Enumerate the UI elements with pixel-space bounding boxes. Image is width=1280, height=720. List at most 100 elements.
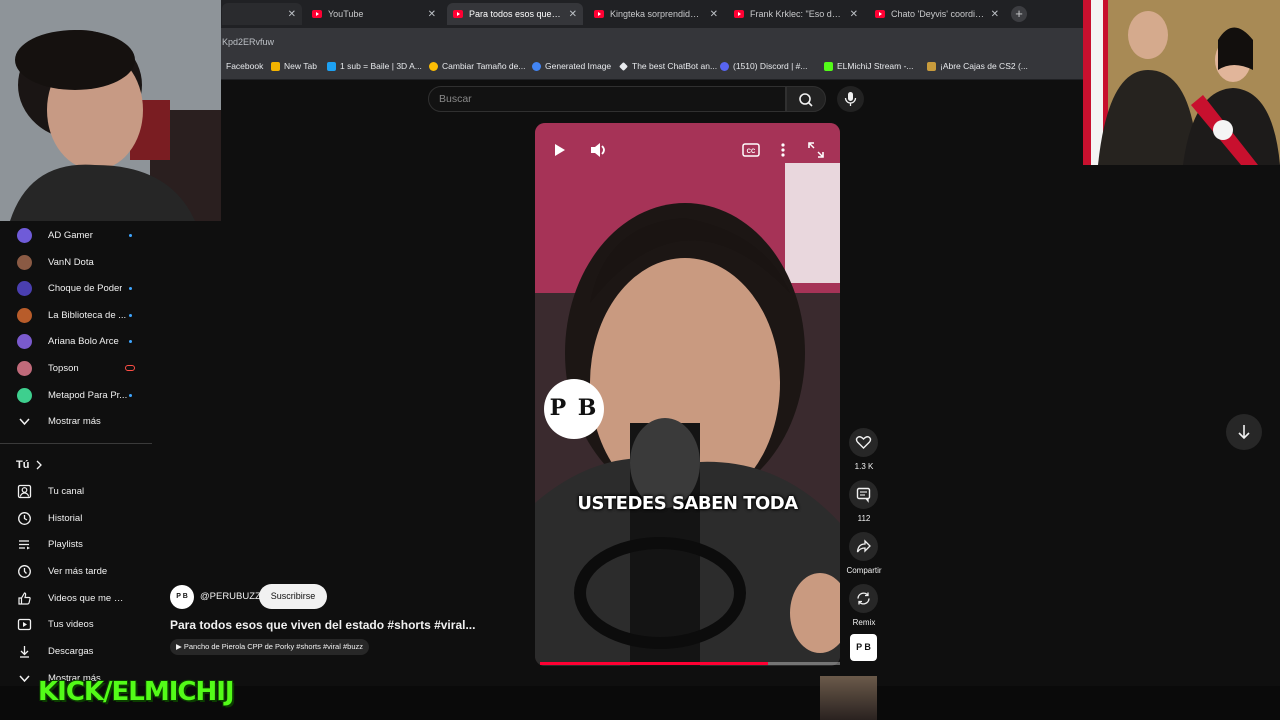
sidebar-item-subscription[interactable]: La Biblioteca de ... bbox=[0, 302, 152, 328]
sidebar-item-playlists[interactable]: Playlists bbox=[0, 531, 152, 557]
tab-youtube[interactable]: YouTube ✕ bbox=[306, 3, 442, 25]
sidebar-you-header[interactable]: Tú bbox=[0, 452, 152, 478]
new-content-dot bbox=[129, 393, 132, 397]
remix-button[interactable] bbox=[849, 584, 878, 613]
url-text[interactable]: Kpd2ERvfuw bbox=[222, 37, 274, 47]
bookmark-discord[interactable]: (1510) Discord | #... bbox=[720, 61, 808, 71]
playlist-icon bbox=[19, 539, 30, 549]
sidebar-item-label: Ariana Bolo Arce bbox=[48, 335, 119, 347]
bookmark-label: The best ChatBot an... bbox=[632, 61, 718, 71]
bookmark-baile[interactable]: 1 sub = Baile | 3D A... bbox=[327, 61, 422, 71]
sidebar-item-label: Videos que me gus... bbox=[48, 592, 128, 604]
avatar bbox=[17, 280, 32, 296]
avatar bbox=[17, 360, 32, 376]
channel-handle[interactable]: @PERUBUZZ bbox=[200, 591, 261, 602]
close-icon[interactable]: ✕ bbox=[569, 9, 577, 20]
inset-photo-overlay bbox=[1083, 0, 1280, 165]
thumb-up-icon bbox=[18, 591, 31, 605]
bookmark-cambiar[interactable]: Cambiar Tamaño de... bbox=[429, 61, 525, 71]
bookmark-generated-image[interactable]: Generated Image bbox=[532, 61, 611, 71]
bookmark-stream[interactable]: ELMichiJ Stream -... bbox=[824, 61, 914, 71]
avatar bbox=[17, 387, 32, 403]
more-options-icon[interactable] bbox=[778, 141, 788, 159]
search-button[interactable] bbox=[786, 86, 826, 112]
bookmark-icon bbox=[720, 61, 729, 71]
sidebar-item-subscription[interactable]: Metapod Para Pr... bbox=[0, 382, 152, 408]
bookmark-chatbot[interactable]: The best ChatBot an... bbox=[619, 61, 717, 71]
sidebar-item-label: Tu canal bbox=[48, 485, 85, 497]
sound-thumbnail[interactable]: P B bbox=[850, 634, 877, 661]
clock-icon bbox=[18, 564, 31, 578]
bookmark-facebook[interactable]: Facebook bbox=[226, 61, 263, 71]
sidebar-item-your-videos[interactable]: Tus videos bbox=[0, 611, 152, 637]
tab-active-video[interactable]: Para todos esos que viven ✕ bbox=[447, 3, 583, 25]
share-button[interactable] bbox=[849, 532, 878, 561]
new-tab-button[interactable]: + bbox=[1011, 6, 1027, 22]
share-icon bbox=[856, 539, 871, 553]
section-title: Tú bbox=[16, 459, 30, 471]
sidebar-item-watch-later[interactable]: Ver más tarde bbox=[0, 558, 152, 584]
fullscreen-icon[interactable] bbox=[807, 141, 825, 159]
tab-chato[interactable]: Chato 'Deyvis' coordinaba ✕ bbox=[869, 3, 1005, 25]
voice-search-button[interactable] bbox=[837, 86, 864, 112]
subscribe-button[interactable]: Suscribirse bbox=[259, 584, 327, 609]
comments-button[interactable] bbox=[849, 480, 878, 509]
like-button[interactable] bbox=[849, 428, 878, 457]
sidebar-item-history[interactable]: Historial bbox=[0, 505, 152, 531]
tab-kingteka[interactable]: Kingteka sorprendido: Ci ✕ bbox=[588, 3, 724, 25]
sidebar-item-label: Metapod Para Pr... bbox=[48, 389, 128, 401]
chevron-down-icon bbox=[19, 674, 30, 682]
sidebar-item-subscription[interactable]: Choque de Poder bbox=[0, 275, 152, 301]
sidebar-item-label: Historial bbox=[48, 512, 83, 524]
sidebar-item-label: Descargas bbox=[48, 645, 94, 657]
close-icon[interactable]: ✕ bbox=[428, 9, 436, 20]
sidebar-item-downloads[interactable]: Descargas bbox=[0, 638, 152, 664]
sound-link[interactable]: ▶ Pancho de Pierola CPP de Porky #shorts… bbox=[170, 639, 369, 655]
volume-icon[interactable] bbox=[588, 140, 610, 160]
sidebar-show-more[interactable]: Mostrar más bbox=[0, 408, 152, 434]
bookmark-cs2[interactable]: ¡Abre Cajas de CS2 (... bbox=[927, 61, 1028, 71]
play-icon[interactable] bbox=[549, 140, 569, 160]
bookmark-label: (1510) Discord | #... bbox=[733, 61, 808, 71]
close-icon[interactable]: ✕ bbox=[991, 9, 999, 20]
live-icon bbox=[125, 365, 135, 371]
sidebar-item-subscription[interactable]: AD Gamer bbox=[0, 222, 152, 248]
bookmark-label: ELMichiJ Stream -... bbox=[837, 61, 914, 71]
new-content-dot bbox=[129, 286, 132, 290]
avatar bbox=[17, 254, 32, 270]
sidebar-divider bbox=[0, 443, 152, 444]
youtube-icon bbox=[312, 10, 322, 18]
heart-icon bbox=[855, 436, 872, 449]
sidebar-item-label: Playlists bbox=[48, 538, 83, 550]
next-video-button[interactable] bbox=[1226, 414, 1262, 450]
channel-avatar[interactable]: P B bbox=[170, 585, 194, 609]
tab-partial[interactable]: ✕ bbox=[222, 3, 302, 25]
avatar bbox=[17, 307, 32, 323]
like-count: 1.3 K bbox=[854, 462, 874, 471]
captions-icon[interactable]: CC bbox=[742, 142, 762, 158]
sidebar-item-subscription[interactable]: Ariana Bolo Arce bbox=[0, 328, 152, 354]
bookmark-new-tab[interactable]: New Tab bbox=[271, 61, 317, 71]
close-icon[interactable]: ✕ bbox=[288, 9, 296, 20]
close-icon[interactable]: ✕ bbox=[850, 9, 858, 20]
sidebar-item-liked-videos[interactable]: Videos que me gus... bbox=[0, 585, 152, 611]
search-input[interactable] bbox=[428, 86, 786, 112]
sidebar-item-label: Choque de Poder bbox=[48, 282, 123, 294]
youtube-icon bbox=[875, 10, 885, 18]
sidebar-item-subscription[interactable]: Topson bbox=[0, 355, 152, 381]
progress-fill bbox=[540, 662, 768, 665]
close-icon[interactable]: ✕ bbox=[710, 9, 718, 20]
webcam-overlay bbox=[0, 0, 221, 221]
sidebar-item-subscription[interactable]: VanN Dota bbox=[0, 249, 152, 275]
bookmark-label: Cambiar Tamaño de... bbox=[442, 61, 526, 71]
search-icon bbox=[799, 93, 813, 107]
bookmark-icon bbox=[271, 61, 280, 71]
comment-count: 112 bbox=[857, 514, 871, 523]
sidebar-item-label: Tus videos bbox=[48, 618, 94, 630]
sidebar-item-label: Mostrar más bbox=[48, 415, 101, 427]
sidebar-item-your-channel[interactable]: Tu canal bbox=[0, 478, 152, 504]
tab-frank[interactable]: Frank Krklec: "Eso de que ✕ bbox=[728, 3, 864, 25]
chevron-right-icon bbox=[36, 460, 42, 470]
video-title[interactable]: Para todos esos que viven del estado #sh… bbox=[170, 618, 475, 632]
bookmark-icon bbox=[532, 61, 541, 71]
